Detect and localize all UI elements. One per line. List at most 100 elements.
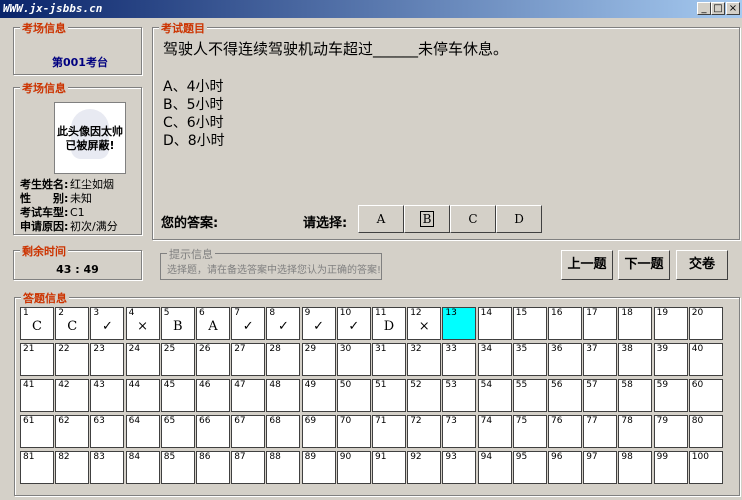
choice-d-button[interactable]: D [496,205,542,233]
answer-cell[interactable]: 55 [512,379,547,412]
answer-cell[interactable]: 99 [653,451,688,484]
answer-cell[interactable]: 78 [618,415,653,448]
answer-cell[interactable]: 56 [548,379,582,412]
answer-cell[interactable]: 20 [688,307,723,340]
answer-cell[interactable]: 84 [125,451,160,484]
answer-cell[interactable]: 87 [231,451,266,484]
answer-cell[interactable]: 42 [55,379,90,412]
answer-cell[interactable]: 68 [266,415,301,448]
answer-cell[interactable]: 53 [442,379,477,412]
answer-cell[interactable]: 91 [372,451,406,484]
answer-cell[interactable]: 16 [548,307,582,340]
answer-cell[interactable]: 60 [688,379,723,412]
answer-cell[interactable]: 24 [125,343,160,376]
answer-cell[interactable]: 76 [548,415,582,448]
answer-cell[interactable]: 61 [20,415,54,448]
answer-cell[interactable]: 27 [231,343,266,376]
answer-cell[interactable]: 6A [196,307,230,340]
answer-cell[interactable]: 86 [196,451,230,484]
answer-cell[interactable]: 39 [653,343,688,376]
answer-cell[interactable]: 51 [372,379,406,412]
answer-cell[interactable]: 12 × [407,307,442,340]
answer-cell[interactable]: 94 [477,451,512,484]
answer-cell[interactable]: 71 [372,415,406,448]
answer-cell[interactable]: 81 [20,451,54,484]
answer-cell[interactable]: 83 [90,451,125,484]
answer-cell[interactable]: 89 [301,451,336,484]
answer-cell[interactable]: 30 [336,343,371,376]
answer-cell[interactable]: 26 [196,343,230,376]
answer-cell[interactable]: 77 [583,415,618,448]
answer-cell[interactable]: 93 [442,451,477,484]
answer-cell[interactable]: 82 [55,451,90,484]
answer-cell[interactable]: 54 [477,379,512,412]
answer-cell[interactable]: 45 [160,379,195,412]
answer-cell[interactable]: 43 [90,379,125,412]
answer-cell[interactable]: 69 [301,415,336,448]
answer-cell[interactable]: 67 [231,415,266,448]
answer-cell[interactable]: 2C [55,307,90,340]
answer-cell[interactable]: 72 [407,415,442,448]
answer-cell[interactable]: 62 [55,415,90,448]
answer-cell[interactable]: 75 [512,415,547,448]
answer-cell[interactable]: 64 [125,415,160,448]
answer-cell[interactable]: 46 [196,379,230,412]
answer-cell[interactable]: 48 [266,379,301,412]
answer-cell[interactable]: 73 [442,415,477,448]
choice-b-button[interactable]: B [404,205,450,233]
answer-cell[interactable]: 14 [477,307,512,340]
answer-cell[interactable]: 32 [407,343,442,376]
answer-cell[interactable]: 74 [477,415,512,448]
answer-cell[interactable]: 88 [266,451,301,484]
prev-question-button[interactable]: 上一题 [561,250,613,280]
answer-cell[interactable]: 38 [618,343,653,376]
answer-cell[interactable]: 80 [688,415,723,448]
answer-cell[interactable]: 79 [653,415,688,448]
answer-cell[interactable]: 63 [90,415,125,448]
next-question-button[interactable]: 下一题 [618,250,670,280]
answer-cell[interactable]: 41 [20,379,54,412]
answer-cell[interactable]: 44 [125,379,160,412]
close-button[interactable]: × [726,2,740,15]
answer-cell[interactable]: 21 [20,343,54,376]
answer-cell[interactable]: 31 [372,343,406,376]
answer-cell[interactable]: 97 [583,451,618,484]
answer-cell[interactable]: 5B [160,307,195,340]
choice-a-button[interactable]: A [358,205,404,233]
answer-cell[interactable]: 40 [688,343,723,376]
answer-cell[interactable]: 7 ✓ [231,307,266,340]
answer-cell[interactable]: 9 ✓ [301,307,336,340]
minimize-button[interactable]: _ [697,2,711,15]
answer-cell[interactable]: 19 [653,307,688,340]
answer-cell[interactable]: 13 [442,307,477,340]
answer-cell[interactable]: 25 [160,343,195,376]
answer-cell[interactable]: 15 [512,307,547,340]
answer-cell[interactable]: 90 [336,451,371,484]
answer-cell[interactable]: 29 [301,343,336,376]
answer-cell[interactable]: 65 [160,415,195,448]
answer-cell[interactable]: 47 [231,379,266,412]
answer-cell[interactable]: 70 [336,415,371,448]
answer-cell[interactable]: 57 [583,379,618,412]
answer-cell[interactable]: 11 D [372,307,406,340]
answer-cell[interactable]: 96 [548,451,582,484]
answer-cell[interactable]: 3 ✓ [90,307,125,340]
answer-cell[interactable]: 35 [512,343,547,376]
answer-cell[interactable]: 95 [512,451,547,484]
answer-cell[interactable]: 1C [20,307,54,340]
answer-cell[interactable]: 37 [583,343,618,376]
answer-cell[interactable]: 17 [583,307,618,340]
answer-cell[interactable]: 4 × [125,307,160,340]
answer-cell[interactable]: 59 [653,379,688,412]
answer-cell[interactable]: 18 [618,307,653,340]
answer-cell[interactable]: 36 [548,343,582,376]
answer-cell[interactable]: 10 ✓ [336,307,371,340]
answer-cell[interactable]: 33 [442,343,477,376]
answer-cell[interactable]: 28 [266,343,301,376]
answer-cell[interactable]: 100 [688,451,723,484]
answer-cell[interactable]: 58 [618,379,653,412]
answer-cell[interactable]: 85 [160,451,195,484]
answer-cell[interactable]: 66 [196,415,230,448]
answer-cell[interactable]: 98 [618,451,653,484]
answer-cell[interactable]: 92 [407,451,442,484]
